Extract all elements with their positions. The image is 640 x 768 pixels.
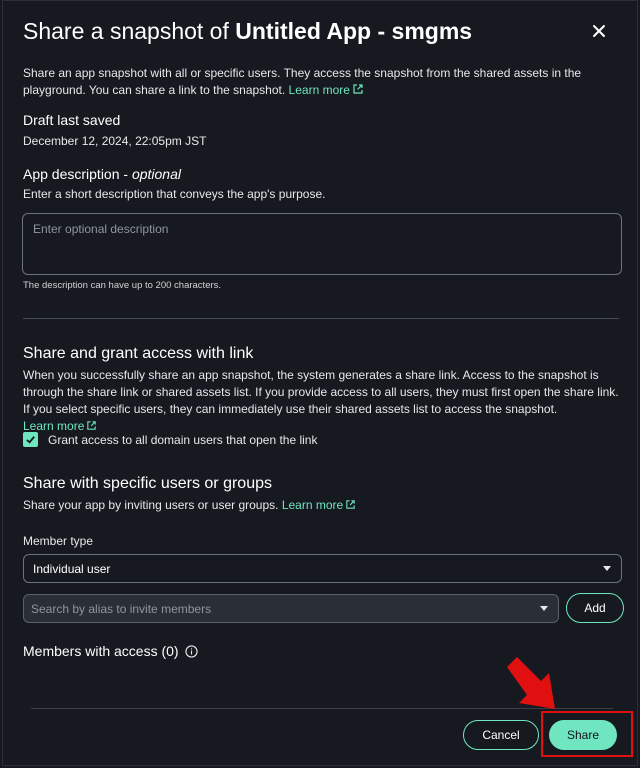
specific-section-learn-more[interactable]: Learn more [282,498,356,512]
description-label: App description - optional [23,166,181,182]
share-snapshot-dialog: Share a snapshot of Untitled App - smgms… [2,0,638,766]
grant-access-row: Grant access to all domain users that op… [23,432,317,447]
members-label: Members with access (0) [23,643,179,659]
external-link-icon [346,500,355,509]
external-link-icon [353,84,363,94]
intro-paragraph: Share an app snapshot with all or specif… [23,65,619,99]
check-icon [26,436,35,444]
link-section-body: When you successfully share an app snaps… [23,368,619,433]
description-placeholder: Enter optional description [33,222,169,236]
link-section-learn-more[interactable]: Learn more [23,419,97,433]
draft-timestamp: December 12, 2024, 22:05pm JST [23,134,207,148]
info-icon[interactable] [184,644,198,658]
dialog-title: Share a snapshot of Untitled App - smgms [23,18,472,45]
close-icon [593,25,605,37]
pointer-arrow-icon [507,657,555,709]
member-type-select[interactable]: Individual user [23,554,622,583]
title-prefix: Share a snapshot of [23,17,229,44]
add-member-button[interactable]: Add [566,593,624,623]
optional-tag: optional [131,166,181,182]
description-textarea[interactable]: Enter optional description [22,213,622,275]
link-section-heading: Share and grant access with link [23,345,254,362]
description-hint: Enter a short description that conveys t… [23,187,326,201]
section-divider [23,318,619,319]
title-app-name: Untitled App - smgms [235,17,473,44]
member-type-label: Member type [23,534,94,548]
description-limit-note: The description can have up to 200 chara… [23,280,222,291]
close-button[interactable] [587,19,611,43]
dialog-title-row: Share a snapshot of Untitled App - smgms [23,15,617,47]
member-search-input[interactable]: Search by alias to invite members [23,594,559,623]
specific-section-heading: Share with specific users or groups [23,475,272,492]
member-type-value: Individual user [33,561,111,576]
chevron-down-icon [603,566,611,571]
intro-learn-more-link[interactable]: Learn more [289,83,364,97]
chevron-down-icon[interactable] [540,606,548,611]
members-with-access: Members with access (0) [23,643,198,659]
specific-section-body: Share your app by inviting users or user… [23,497,619,514]
draft-heading: Draft last saved [23,112,121,128]
member-search-placeholder: Search by alias to invite members [31,601,212,616]
grant-access-checkbox[interactable] [23,432,38,447]
share-button-highlight [541,711,633,757]
cancel-button[interactable]: Cancel [463,720,539,750]
grant-access-label: Grant access to all domain users that op… [48,432,318,447]
external-link-icon [87,421,97,430]
